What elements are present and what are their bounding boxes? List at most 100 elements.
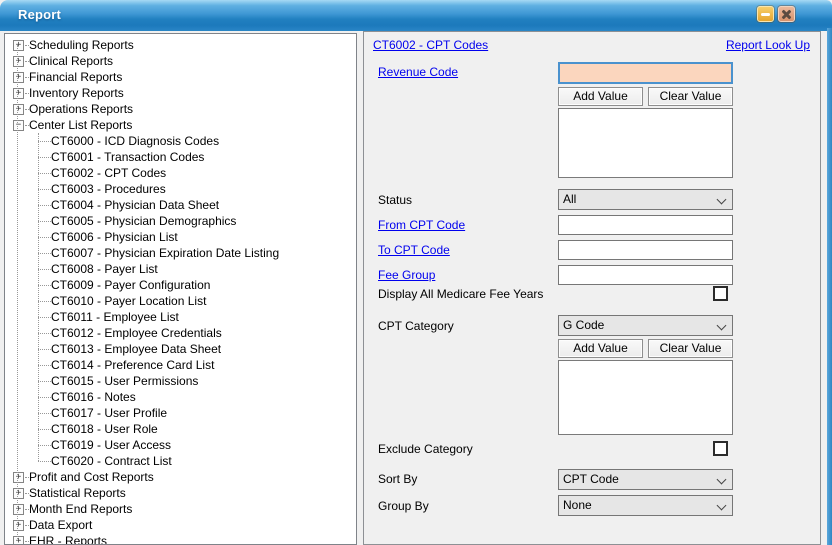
tree-item[interactable]: CT6014 - Preference Card List bbox=[5, 357, 356, 373]
tree-item-label: CT6010 - Payer Location List bbox=[51, 294, 206, 308]
tree-item[interactable]: CT6006 - Physician List bbox=[5, 229, 356, 245]
tree-item-label: CT6018 - User Role bbox=[51, 422, 158, 436]
tree-item-label: Month End Reports bbox=[29, 502, 132, 516]
expand-icon[interactable]: + bbox=[13, 472, 24, 483]
tree-connector bbox=[25, 541, 29, 542]
tree-connector bbox=[25, 525, 29, 526]
tree-item[interactable]: CT6005 - Physician Demographics bbox=[5, 213, 356, 229]
tree-connector bbox=[38, 141, 51, 142]
tree-item[interactable]: CT6018 - User Role bbox=[5, 421, 356, 437]
tree-item[interactable]: +Data Export bbox=[5, 517, 356, 533]
tree-item[interactable]: CT6003 - Procedures bbox=[5, 181, 356, 197]
tree-item[interactable]: CT6013 - Employee Data Sheet bbox=[5, 341, 356, 357]
tree-item[interactable]: CT6000 - ICD Diagnosis Codes bbox=[5, 133, 356, 149]
tree-connector bbox=[38, 365, 51, 366]
report-look-up-link[interactable]: Report Look Up bbox=[726, 38, 810, 52]
tree-item[interactable]: +Statistical Reports bbox=[5, 485, 356, 501]
tree-item[interactable]: CT6004 - Physician Data Sheet bbox=[5, 197, 356, 213]
tree-item[interactable]: + EHR - Reports bbox=[5, 533, 356, 545]
fee-group-link[interactable]: Fee Group bbox=[378, 268, 435, 282]
revenue-code-input[interactable] bbox=[558, 62, 733, 84]
tree-connector bbox=[38, 445, 51, 446]
collapse-icon[interactable]: − bbox=[13, 120, 24, 131]
tree-item-label: CT6013 - Employee Data Sheet bbox=[51, 342, 221, 356]
tree-item[interactable]: CT6001 - Transaction Codes bbox=[5, 149, 356, 165]
chevron-down-icon bbox=[717, 196, 725, 204]
tree-item[interactable]: +Profit and Cost Reports bbox=[5, 469, 356, 485]
group-by-dropdown[interactable]: None bbox=[558, 495, 733, 516]
expand-icon[interactable]: + bbox=[13, 504, 24, 515]
expand-icon[interactable]: + bbox=[13, 104, 24, 115]
display-medicare-checkbox[interactable] bbox=[713, 286, 728, 301]
tree-item[interactable]: CT6007 - Physician Expiration Date Listi… bbox=[5, 245, 356, 261]
tree-item-label: CT6011 - Employee List bbox=[51, 310, 179, 324]
expand-icon[interactable]: + bbox=[13, 88, 24, 99]
revenue-code-listbox[interactable] bbox=[558, 108, 733, 178]
tree-connector bbox=[25, 509, 29, 510]
tree-item[interactable]: +Clinical Reports bbox=[5, 53, 356, 69]
tree-item[interactable]: CT6008 - Payer List bbox=[5, 261, 356, 277]
expand-icon[interactable]: + bbox=[13, 40, 24, 51]
tree-item[interactable]: +Scheduling Reports bbox=[5, 37, 356, 53]
tree-item-label: Operations Reports bbox=[29, 102, 133, 116]
tree-item-label: Financial Reports bbox=[29, 70, 122, 84]
title-bar: Report bbox=[0, 0, 832, 31]
tree-item-label: EHR - Reports bbox=[29, 534, 107, 545]
category-add-value-button[interactable]: Add Value bbox=[558, 339, 643, 358]
minimize-button[interactable] bbox=[757, 6, 774, 22]
tree-item[interactable]: CT6010 - Payer Location List bbox=[5, 293, 356, 309]
tree-item[interactable]: CT6015 - User Permissions bbox=[5, 373, 356, 389]
tree-connector bbox=[38, 269, 51, 270]
tree-item[interactable]: + Month End Reports bbox=[5, 501, 356, 517]
tree-connector bbox=[25, 109, 29, 110]
tree-connector bbox=[25, 61, 29, 62]
tree-item-label: CT6003 - Procedures bbox=[51, 182, 166, 196]
tree-connector bbox=[38, 157, 51, 158]
tree-item[interactable]: CT6012 - Employee Credentials bbox=[5, 325, 356, 341]
tree-connector bbox=[38, 285, 51, 286]
tree-item[interactable]: CT6017 - User Profile bbox=[5, 405, 356, 421]
tree-item-label: CT6009 - Payer Configuration bbox=[51, 278, 210, 292]
close-button[interactable] bbox=[778, 6, 795, 22]
tree-item[interactable]: + Operations Reports bbox=[5, 101, 356, 117]
to-cpt-code-input[interactable] bbox=[558, 240, 733, 260]
tree-item[interactable]: CT6019 - User Access bbox=[5, 437, 356, 453]
tree-item[interactable]: CT6009 - Payer Configuration bbox=[5, 277, 356, 293]
sort-by-dropdown[interactable]: CPT Code bbox=[558, 469, 733, 490]
tree-item[interactable]: CT6016 - Notes bbox=[5, 389, 356, 405]
tree-item-label: CT6005 - Physician Demographics bbox=[51, 214, 236, 228]
status-dropdown[interactable]: All bbox=[558, 189, 733, 210]
fee-group-input[interactable] bbox=[558, 265, 733, 285]
tree-item-label: CT6014 - Preference Card List bbox=[51, 358, 214, 372]
tree-item[interactable]: +Inventory Reports bbox=[5, 85, 356, 101]
display-medicare-label: Display All Medicare Fee Years bbox=[378, 287, 543, 302]
from-cpt-code-input[interactable] bbox=[558, 215, 733, 235]
tree-item[interactable]: CT6011 - Employee List bbox=[5, 309, 356, 325]
from-cpt-code-link[interactable]: From CPT Code bbox=[378, 218, 465, 232]
tree-item-label: CT6002 - CPT Codes bbox=[51, 166, 166, 180]
expand-icon[interactable]: + bbox=[13, 72, 24, 83]
exclude-category-checkbox[interactable] bbox=[713, 441, 728, 456]
tree-item-label: CT6016 - Notes bbox=[51, 390, 136, 404]
tree-item[interactable]: CT6002 - CPT Codes bbox=[5, 165, 356, 181]
expand-icon[interactable]: + bbox=[13, 520, 24, 531]
expand-icon[interactable]: + bbox=[13, 56, 24, 67]
tree-item[interactable]: CT6020 - Contract List bbox=[5, 453, 356, 469]
expand-icon[interactable]: + bbox=[13, 488, 24, 499]
to-cpt-code-link[interactable]: To CPT Code bbox=[378, 243, 450, 257]
revenue-code-link[interactable]: Revenue Code bbox=[378, 65, 458, 79]
expand-icon[interactable]: + bbox=[13, 536, 24, 545]
tree-connector bbox=[25, 477, 29, 478]
tree-connector bbox=[38, 205, 51, 206]
cpt-category-listbox[interactable] bbox=[558, 360, 733, 435]
report-title-link[interactable]: CT6002 - CPT Codes bbox=[373, 38, 488, 52]
tree-connector bbox=[38, 349, 51, 350]
window-title: Report bbox=[18, 7, 61, 22]
revenue-clear-value-button[interactable]: Clear Value bbox=[648, 87, 733, 106]
cpt-category-dropdown[interactable]: G Code bbox=[558, 315, 733, 336]
tree-item[interactable]: + Financial Reports bbox=[5, 69, 356, 85]
revenue-add-value-button[interactable]: Add Value bbox=[558, 87, 643, 106]
window-right-border bbox=[827, 28, 832, 545]
category-clear-value-button[interactable]: Clear Value bbox=[648, 339, 733, 358]
tree-item[interactable]: −Center List Reports bbox=[5, 117, 356, 133]
